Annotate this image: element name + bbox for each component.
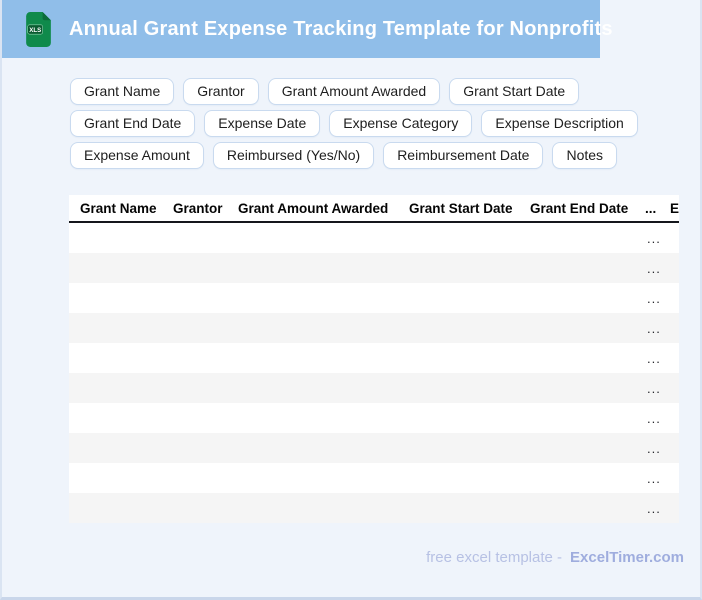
row-ellipsis: ... bbox=[645, 411, 670, 426]
table-row: ... bbox=[69, 433, 679, 463]
template-preview-page: XLS Annual Grant Expense Tracking Templa… bbox=[0, 0, 702, 600]
row-ellipsis: ... bbox=[645, 261, 670, 276]
field-chip-reimbursement-date[interactable]: Reimbursement Date bbox=[383, 142, 543, 169]
table-row: ... bbox=[69, 343, 679, 373]
footer-brand-link[interactable]: ExcelTimer.com bbox=[570, 549, 684, 566]
xls-file-icon: XLS bbox=[26, 12, 51, 47]
field-chip-expense-category[interactable]: Expense Category bbox=[329, 110, 472, 137]
table-row: ... bbox=[69, 493, 679, 523]
table-row: ... bbox=[69, 253, 679, 283]
table-row: ... bbox=[69, 403, 679, 433]
column-header-truncated: E bbox=[670, 201, 679, 216]
table-header-row: Grant Name Grantor Grant Amount Awarded … bbox=[69, 195, 679, 223]
page-title: Annual Grant Expense Tracking Template f… bbox=[69, 18, 613, 41]
row-ellipsis: ... bbox=[645, 351, 670, 366]
row-ellipsis: ... bbox=[645, 231, 670, 246]
field-chip-grant-amount-awarded[interactable]: Grant Amount Awarded bbox=[268, 78, 441, 105]
column-header-ellipsis: ... bbox=[645, 201, 670, 216]
field-chip-grant-name[interactable]: Grant Name bbox=[70, 78, 174, 105]
field-chip-expense-amount[interactable]: Expense Amount bbox=[70, 142, 204, 169]
field-chip-grant-start-date[interactable]: Grant Start Date bbox=[449, 78, 579, 105]
row-ellipsis: ... bbox=[645, 441, 670, 456]
table-row: ... bbox=[69, 313, 679, 343]
table-row: ... bbox=[69, 283, 679, 313]
field-chip-notes[interactable]: Notes bbox=[552, 142, 617, 169]
row-ellipsis: ... bbox=[645, 471, 670, 486]
row-ellipsis: ... bbox=[645, 381, 670, 396]
row-ellipsis: ... bbox=[645, 321, 670, 336]
field-chip-expense-description[interactable]: Expense Description bbox=[481, 110, 637, 137]
column-header-grant-amount-awarded: Grant Amount Awarded bbox=[238, 201, 409, 216]
table-row: ... bbox=[69, 223, 679, 253]
field-chip-expense-date[interactable]: Expense Date bbox=[204, 110, 320, 137]
row-ellipsis: ... bbox=[645, 501, 670, 516]
preview-table: Grant Name Grantor Grant Amount Awarded … bbox=[69, 195, 679, 523]
footer-credit: free excel template - ExcelTimer.com bbox=[426, 549, 684, 566]
column-header-grant-end-date: Grant End Date bbox=[530, 201, 645, 216]
footer-text: free excel template - bbox=[426, 549, 562, 566]
field-chip-reimbursed[interactable]: Reimbursed (Yes/No) bbox=[213, 142, 374, 169]
row-ellipsis: ... bbox=[645, 291, 670, 306]
column-header-grant-start-date: Grant Start Date bbox=[409, 201, 530, 216]
column-header-grant-name: Grant Name bbox=[80, 201, 173, 216]
column-header-grantor: Grantor bbox=[173, 201, 238, 216]
xls-icon-label: XLS bbox=[29, 27, 41, 34]
field-chip-grantor[interactable]: Grantor bbox=[183, 78, 258, 105]
table-row: ... bbox=[69, 463, 679, 493]
field-chip-list: Grant Name Grantor Grant Amount Awarded … bbox=[70, 78, 686, 169]
field-chip-grant-end-date[interactable]: Grant End Date bbox=[70, 110, 195, 137]
table-row: ... bbox=[69, 373, 679, 403]
header-bar: XLS Annual Grant Expense Tracking Templa… bbox=[2, 0, 600, 58]
